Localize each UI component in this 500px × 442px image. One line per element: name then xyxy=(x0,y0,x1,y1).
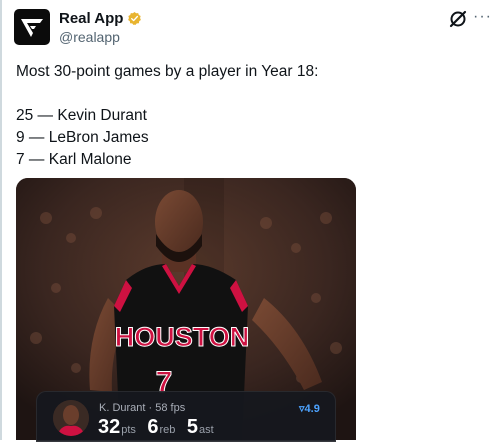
player-stat-overlay[interactable]: K. Durant · 58 fps ▿4.9 32pts 6reb 5ast xyxy=(36,391,336,442)
points-unit: pts xyxy=(121,424,136,436)
tweet-line: 25 — Kevin Durant xyxy=(16,107,147,124)
account-avatar[interactable] xyxy=(14,9,50,45)
tweet-line: 9 — LeBron James xyxy=(16,129,149,146)
app-logo-icon xyxy=(21,19,43,37)
assists-value: 5 xyxy=(186,416,198,438)
more-options-icon[interactable]: ··· xyxy=(473,8,492,26)
display-name[interactable]: Real App xyxy=(59,10,123,27)
overlay-rating: ▿4.9 xyxy=(299,402,320,415)
account-handle[interactable]: @realapp xyxy=(59,29,120,45)
account-name-row: Real App xyxy=(59,10,142,27)
overlay-player-line: K. Durant · 58 fps xyxy=(99,402,186,414)
jersey-team-text: HOUSTON xyxy=(115,322,250,352)
grok-icon[interactable] xyxy=(447,8,469,30)
points-value: 32 xyxy=(98,416,121,438)
rebounds-value: 6 xyxy=(147,416,159,438)
assists-unit: ast xyxy=(199,424,214,436)
rating-value: 4.9 xyxy=(304,403,320,415)
tweet-headline: Most 30-point games by a player in Year … xyxy=(16,63,319,80)
verified-badge-icon xyxy=(128,11,142,25)
timeline-border xyxy=(0,0,2,440)
rebounds-unit: reb xyxy=(159,424,176,436)
overlay-player-avatar xyxy=(53,400,89,436)
player-thumbnail xyxy=(53,400,89,436)
tweet-line: 7 — Karl Malone xyxy=(16,151,132,168)
tweet-text: Most 30-point games by a player in Year … xyxy=(16,61,476,171)
overlay-stats: 32pts 6reb 5ast xyxy=(98,416,221,439)
